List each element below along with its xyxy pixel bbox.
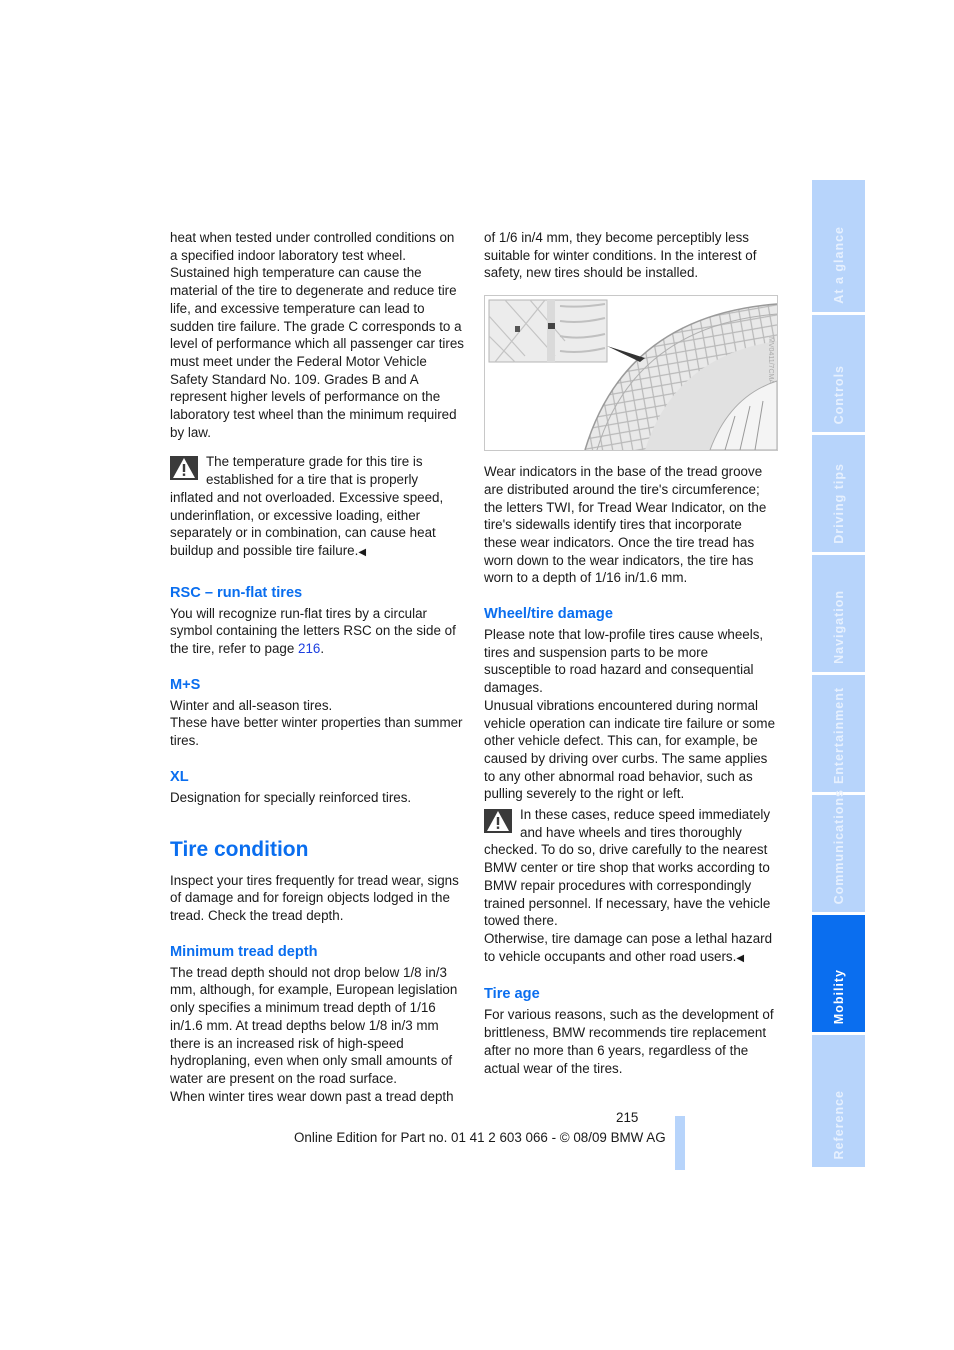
page-number: 215	[616, 1110, 639, 1125]
end-mark-icon: ◀	[736, 952, 745, 964]
intro-paragraph: heat when tested under controlled condit…	[170, 230, 464, 440]
ms-line-2: These have better winter properties than…	[170, 715, 463, 749]
ms-heading: M+S	[170, 676, 201, 693]
tab-driving-tips[interactable]: Driving tips	[812, 435, 865, 552]
tab-label: Controls	[831, 364, 846, 424]
damage-text-1: Please note that low-profile tires cause…	[484, 627, 764, 696]
warning-icon	[170, 456, 198, 481]
continuation-paragraph: of 1/6 in/4 mm, they become perceptibly …	[484, 230, 757, 281]
tab-label: At a glance	[831, 226, 846, 304]
tab-label: Entertainment	[831, 686, 846, 784]
tab-entertainment[interactable]: Entertainment	[812, 675, 865, 792]
end-mark-icon: ◀	[358, 546, 367, 558]
tab-label: Mobility	[831, 968, 846, 1024]
tab-communications[interactable]: Communications	[812, 789, 865, 912]
right-column: of 1/6 in/4 mm, they become perceptibly …	[484, 229, 778, 1077]
damage-warning-body: Otherwise, tire damage can pose a lethal…	[484, 930, 773, 964]
min-tread-text-2: When winter tires wear down past a tread…	[170, 1088, 454, 1104]
tab-label: Reference	[831, 1089, 846, 1159]
tab-reference[interactable]: Reference	[812, 1035, 865, 1167]
left-column: heat when tested under controlled condit…	[170, 229, 464, 1105]
page-link-216[interactable]: 216	[298, 641, 320, 656]
tab-label: Communications	[831, 788, 846, 904]
rsc-text: You will recognize run-flat tires by a c…	[170, 605, 464, 658]
tire-condition-text: Inspect your tires frequently for tread …	[170, 872, 459, 923]
rsc-text-end: .	[320, 641, 325, 657]
tab-navigation[interactable]: Navigation	[812, 555, 865, 672]
damage-heading: Wheel/tire damage	[484, 606, 613, 623]
warning-icon	[484, 809, 512, 834]
tire-wear-indicator-figure: MV0411/7CMA	[484, 295, 778, 452]
tab-mobility[interactable]: Mobility	[812, 915, 865, 1032]
warning-note: The temperature grade for this tire is e…	[170, 453, 464, 561]
damage-text-2: Unusual vibrations encountered during no…	[484, 697, 776, 802]
tire-age-text: For various reasons, such as the develop…	[484, 1007, 774, 1076]
tire-condition-heading: Tire condition	[170, 837, 309, 861]
wear-indicators-text: Wear indicators in the base of the tread…	[484, 464, 767, 586]
tab-label: Navigation	[831, 590, 846, 664]
min-tread-text: The tread depth should not drop below 1/…	[170, 964, 458, 1086]
rsc-heading: RSC – run-flat tires	[170, 584, 303, 601]
edition-footer: Online Edition for Part no. 01 41 2 603 …	[294, 1130, 666, 1145]
tab-label: Driving tips	[831, 463, 846, 544]
damage-warning-note: In these cases, reduce speed immediately…	[484, 806, 778, 967]
damage-warning-text-2: Otherwise, tire damage can pose a lethal…	[484, 930, 778, 967]
warning-text: The temperature grade for this tire is e…	[170, 454, 444, 558]
tire-age-heading: Tire age	[484, 986, 540, 1003]
figure-code: MV0411/7CMA	[767, 337, 774, 385]
tire-illustration	[488, 299, 777, 451]
min-tread-heading: Minimum tread depth	[170, 943, 318, 960]
tab-at-a-glance[interactable]: At a glance	[812, 180, 865, 312]
footer-accent-bar	[675, 1116, 685, 1170]
xl-text: Designation for specially reinforced tir…	[170, 789, 412, 805]
damage-warning-text: In these cases, reduce speed immediately…	[484, 807, 771, 929]
ms-line-1: Winter and all-season tires.	[170, 697, 333, 713]
xl-heading: XL	[170, 768, 189, 785]
tab-controls[interactable]: Controls	[812, 315, 865, 432]
